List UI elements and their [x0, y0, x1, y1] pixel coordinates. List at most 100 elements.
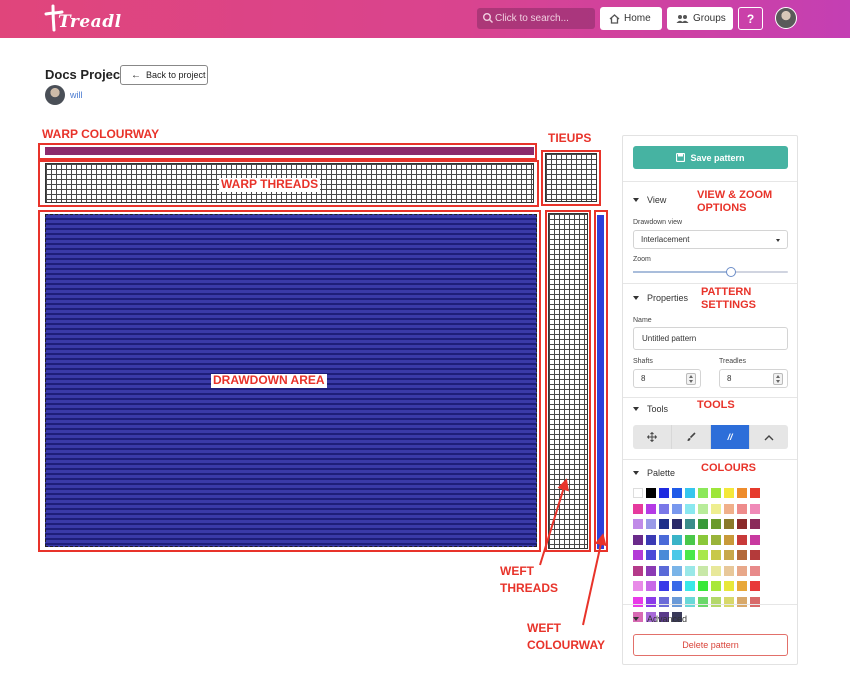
drawdown-view-select[interactable]: Interlacement	[633, 230, 788, 249]
palette-swatch[interactable]	[724, 550, 734, 560]
palette-swatch[interactable]	[737, 596, 747, 607]
palette-swatch[interactable]	[672, 519, 682, 529]
help-button[interactable]: ?	[738, 7, 763, 30]
palette-swatch[interactable]	[737, 488, 747, 498]
palette-swatch[interactable]	[685, 488, 695, 498]
search-box[interactable]	[477, 8, 595, 29]
palette-swatch[interactable]	[750, 519, 760, 529]
palette-swatch[interactable]	[698, 519, 708, 529]
palette-swatch[interactable]	[750, 581, 760, 591]
palette-swatch[interactable]	[672, 534, 682, 545]
palette-swatch[interactable]	[685, 550, 695, 560]
weft-threads-grid[interactable]	[548, 213, 588, 549]
palette-swatch[interactable]	[672, 550, 682, 560]
treadles-input[interactable]: 8	[719, 369, 788, 388]
palette-swatch[interactable]	[633, 596, 643, 607]
straight-draw-tool-button[interactable]: //	[711, 425, 750, 449]
palette-swatch[interactable]	[711, 503, 721, 514]
palette-swatch[interactable]	[698, 596, 708, 607]
shafts-input[interactable]: 8	[633, 369, 701, 388]
palette-swatch[interactable]	[672, 488, 682, 498]
palette-swatch[interactable]	[633, 550, 643, 560]
palette-swatch[interactable]	[724, 519, 734, 529]
palette-swatch[interactable]	[659, 550, 669, 560]
treadles-stepper[interactable]	[773, 373, 783, 385]
palette-swatch[interactable]	[659, 503, 669, 514]
palette-swatch[interactable]	[672, 503, 682, 514]
palette-swatch[interactable]	[646, 519, 656, 529]
move-tool-button[interactable]	[633, 425, 672, 449]
palette-swatch[interactable]	[685, 565, 695, 576]
palette-swatch[interactable]	[659, 534, 669, 545]
palette-swatch[interactable]	[672, 565, 682, 576]
zoom-slider-thumb[interactable]	[725, 267, 736, 277]
palette-swatch[interactable]	[724, 596, 734, 607]
palette-swatch[interactable]	[646, 565, 656, 576]
back-to-project-button[interactable]: ← Back to project	[120, 65, 208, 85]
palette-swatch[interactable]	[698, 581, 708, 591]
palette-section-toggle[interactable]: Palette	[633, 468, 675, 478]
zoom-slider[interactable]	[633, 267, 788, 277]
palette-swatch[interactable]	[685, 534, 695, 545]
palette-swatch[interactable]	[698, 503, 708, 514]
palette-swatch[interactable]	[698, 534, 708, 545]
palette-swatch[interactable]	[737, 534, 747, 545]
palette-swatch[interactable]	[672, 596, 682, 607]
palette-swatch[interactable]	[685, 596, 695, 607]
palette-swatch[interactable]	[711, 534, 721, 545]
palette-swatch[interactable]	[711, 519, 721, 529]
warp-colourway[interactable]	[45, 147, 534, 155]
palette-swatch[interactable]	[659, 565, 669, 576]
palette-swatch[interactable]	[659, 519, 669, 529]
palette-swatch[interactable]	[646, 550, 656, 560]
palette-swatch[interactable]	[750, 503, 760, 514]
palette-swatch[interactable]	[646, 503, 656, 514]
palette-swatch[interactable]	[724, 488, 734, 498]
user-avatar[interactable]	[775, 7, 797, 29]
palette-swatch[interactable]	[724, 581, 734, 591]
palette-swatch[interactable]	[711, 581, 721, 591]
palette-swatch[interactable]	[711, 565, 721, 576]
palette-swatch[interactable]	[672, 581, 682, 591]
palette-swatch[interactable]	[750, 488, 760, 498]
palette-swatch[interactable]	[724, 565, 734, 576]
palette-swatch[interactable]	[646, 534, 656, 545]
palette-swatch[interactable]	[685, 503, 695, 514]
groups-button[interactable]: Groups	[667, 7, 733, 30]
palette-swatch[interactable]	[698, 550, 708, 560]
palette-swatch[interactable]	[737, 519, 747, 529]
palette-swatch[interactable]	[724, 534, 734, 545]
palette-swatch[interactable]	[750, 596, 760, 607]
palette-swatch[interactable]	[685, 519, 695, 529]
search-input[interactable]	[495, 10, 591, 27]
palette-swatch[interactable]	[646, 488, 656, 498]
palette-swatch[interactable]	[646, 581, 656, 591]
palette-swatch[interactable]	[633, 503, 643, 514]
advanced-section-toggle[interactable]: Advanced	[633, 614, 687, 624]
palette-swatch[interactable]	[646, 596, 656, 607]
palette-swatch[interactable]	[737, 503, 747, 514]
palette-swatch[interactable]	[633, 519, 643, 529]
properties-section-toggle[interactable]: Properties	[633, 293, 688, 303]
palette-swatch[interactable]	[659, 488, 669, 498]
shafts-stepper[interactable]	[686, 373, 696, 385]
palette-swatch[interactable]	[685, 581, 695, 591]
palette-swatch[interactable]	[698, 565, 708, 576]
palette-swatch[interactable]	[750, 550, 760, 560]
pattern-name-input[interactable]: Untitled pattern	[633, 327, 788, 350]
palette-swatch[interactable]	[633, 565, 643, 576]
owner-avatar[interactable]	[45, 85, 65, 105]
palette-swatch[interactable]	[711, 596, 721, 607]
collapse-tools-button[interactable]	[750, 425, 788, 449]
palette-swatch[interactable]	[724, 503, 734, 514]
palette-swatch[interactable]	[750, 565, 760, 576]
palette-swatch[interactable]	[659, 581, 669, 591]
palette-swatch[interactable]	[737, 565, 747, 576]
palette-swatch[interactable]	[633, 534, 643, 545]
delete-pattern-button[interactable]: Delete pattern	[633, 634, 788, 656]
palette-swatch[interactable]	[711, 488, 721, 498]
palette-swatch[interactable]	[633, 488, 643, 498]
treadl-logo[interactable]: Treadl	[44, 3, 121, 35]
palette-swatch[interactable]	[711, 550, 721, 560]
paint-tool-button[interactable]	[672, 425, 711, 449]
